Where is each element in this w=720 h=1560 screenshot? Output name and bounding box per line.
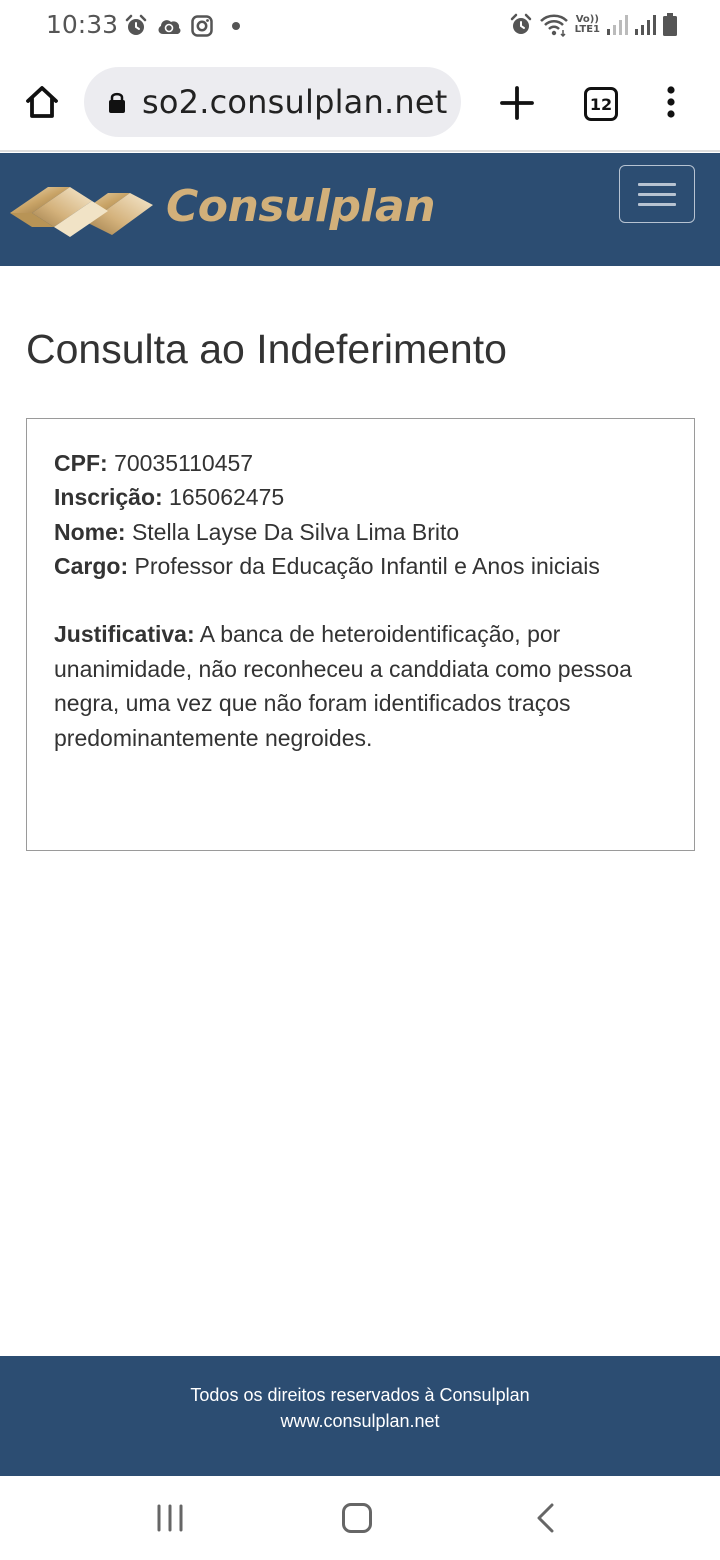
signal-icon xyxy=(635,15,656,35)
nome-line: Nome: Stella Layse Da Silva Lima Brito xyxy=(54,519,459,546)
more-vert-icon[interactable] xyxy=(660,84,682,124)
site-footer: Todos os direitos reservados à Consulpla… xyxy=(0,1356,720,1476)
url-text: so2.consulplan.net xyxy=(142,83,448,121)
cloud-sync-icon xyxy=(158,20,181,34)
cpf-value: 70035110457 xyxy=(114,450,254,476)
inscricao-line: Inscrição: 165062475 xyxy=(54,484,284,511)
site-header: Consulplan xyxy=(0,153,720,266)
consulplan-logo-mark[interactable] xyxy=(8,175,158,239)
recents-icon[interactable] xyxy=(156,1504,184,1532)
status-right-icons: Vo)) LTE1 xyxy=(509,13,678,37)
logo-text: Consulplan xyxy=(166,181,436,232)
page-title: Consulta ao Indeferimento xyxy=(26,326,507,372)
cargo-label: Cargo: xyxy=(54,553,129,579)
justification: Justificativa: A banca de heteroidentifi… xyxy=(54,617,674,755)
browser-toolbar: so2.consulplan.net 12 xyxy=(0,54,720,152)
alarm-icon xyxy=(510,13,531,34)
address-bar[interactable]: so2.consulplan.net xyxy=(84,67,461,137)
volte-lte-icon: Vo)) LTE1 xyxy=(574,14,600,35)
justification-label: Justificativa: xyxy=(54,621,195,647)
cargo-line: Cargo: Professor da Educação Infantil e … xyxy=(54,553,600,580)
hamburger-icon[interactable] xyxy=(619,165,695,223)
cpf-label: CPF: xyxy=(54,450,108,476)
notification-dot-icon xyxy=(232,22,240,30)
plus-icon[interactable] xyxy=(498,84,536,122)
status-time: 10:33 xyxy=(46,10,119,39)
alarm-icon xyxy=(125,14,147,35)
home-icon[interactable] xyxy=(22,82,62,122)
url-clip: so2.consulplan.net xyxy=(142,67,452,137)
lock-icon xyxy=(109,92,125,113)
wifi-icon xyxy=(539,14,568,37)
android-nav-bar xyxy=(0,1476,720,1560)
hamburger-line xyxy=(638,203,676,206)
website-link[interactable]: www.consulplan.net xyxy=(0,1411,720,1432)
home-button-icon[interactable] xyxy=(342,1503,372,1533)
battery-icon xyxy=(663,13,677,36)
cpf-line: CPF: 70035110457 xyxy=(54,450,253,477)
copyright-text: Todos os direitos reservados à Consulpla… xyxy=(190,1385,530,1405)
status-left-icons xyxy=(124,14,240,38)
nome-value: Stella Layse Da Silva Lima Brito xyxy=(131,519,460,545)
nome-label: Nome: xyxy=(54,519,126,545)
hamburger-line xyxy=(638,183,676,186)
inscricao-label: Inscrição: xyxy=(54,484,163,510)
tabs-icon[interactable]: 12 xyxy=(584,87,618,121)
cargo-value: Professor da Educação Infantil e Anos in… xyxy=(134,553,600,579)
status-bar: 10:33 Vo)) LTE1 xyxy=(0,0,720,54)
back-icon[interactable] xyxy=(534,1502,556,1534)
result-card: CPF: 70035110457 Inscrição: 165062475 No… xyxy=(26,418,695,851)
inscricao-value: 165062475 xyxy=(169,484,285,510)
hamburger-line xyxy=(638,193,676,196)
instagram-icon xyxy=(191,15,213,37)
signal-icon xyxy=(607,15,628,35)
